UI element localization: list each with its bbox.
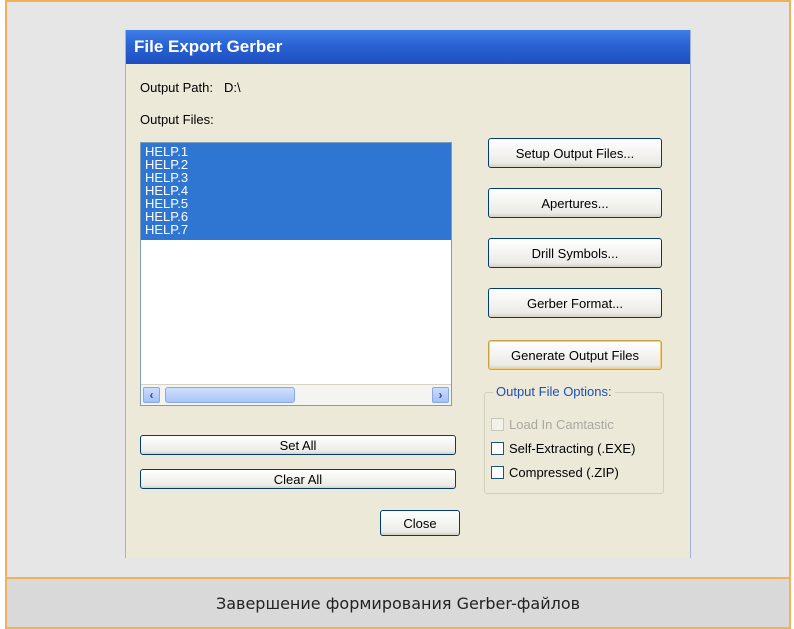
figure-frame: File Export Gerber Output Path: D:\ Outp… — [5, 0, 791, 629]
generate-output-files-button[interactable]: Generate Output Files — [488, 340, 662, 370]
apertures-button[interactable]: Apertures... — [488, 188, 662, 218]
output-path-label: Output Path: — [140, 80, 213, 95]
compressed-option[interactable]: Compressed (.ZIP) — [491, 465, 619, 480]
setup-output-files-button[interactable]: Setup Output Files... — [488, 138, 662, 168]
compressed-checkbox[interactable] — [491, 466, 504, 479]
compressed-label[interactable]: Compressed (.ZIP) — [509, 465, 619, 480]
close-button[interactable]: Close — [380, 510, 460, 536]
load-in-camtastic-checkbox — [491, 418, 504, 431]
scroll-thumb[interactable] — [165, 387, 295, 403]
drill-symbols-button[interactable]: Drill Symbols... — [488, 238, 662, 268]
set-all-button[interactable]: Set All — [140, 435, 456, 455]
horizontal-scrollbar[interactable]: ‹ › — [141, 384, 451, 405]
self-extracting-checkbox[interactable] — [491, 442, 504, 455]
dialog-titlebar[interactable]: File Export Gerber — [126, 30, 690, 64]
dialog-title: File Export Gerber — [134, 37, 283, 56]
clear-all-button[interactable]: Clear All — [140, 469, 456, 489]
figure-caption: Завершение формирования Gerber-файлов — [7, 577, 789, 627]
scroll-right-icon[interactable]: › — [432, 387, 449, 403]
output-files-list[interactable]: HELP.1 HELP.2 HELP.3 HELP.4 HELP.5 HELP.… — [140, 142, 452, 406]
caption-text: Завершение формирования Gerber-файлов — [215, 593, 581, 613]
list-item[interactable]: HELP.7 — [141, 223, 451, 236]
output-path-value: D:\ — [224, 80, 241, 95]
load-in-camtastic-label: Load In Camtastic — [509, 417, 614, 432]
gerber-format-button[interactable]: Gerber Format... — [488, 288, 662, 318]
load-in-camtastic-option: Load In Camtastic — [491, 417, 614, 432]
self-extracting-option[interactable]: Self-Extracting (.EXE) — [491, 441, 635, 456]
output-file-options-group: Output File Options: Load In Camtastic S… — [484, 384, 664, 494]
output-file-options-title: Output File Options: — [493, 384, 615, 399]
self-extracting-label[interactable]: Self-Extracting (.EXE) — [509, 441, 635, 456]
file-export-gerber-dialog: File Export Gerber Output Path: D:\ Outp… — [125, 30, 691, 558]
scroll-left-icon[interactable]: ‹ — [143, 387, 160, 403]
output-files-label: Output Files: — [140, 112, 214, 127]
